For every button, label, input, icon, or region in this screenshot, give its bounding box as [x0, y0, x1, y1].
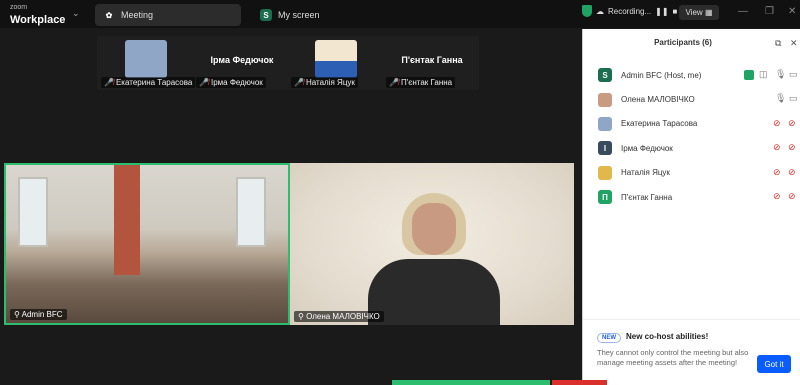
title-bar: zoom Workplace ⌄ ✿ Meeting S My screen ☁… — [0, 0, 800, 28]
video-off-icon[interactable]: ⊘ — [788, 167, 796, 178]
avatar — [125, 40, 167, 78]
zoom-logo: zoom Workplace — [10, 4, 66, 26]
thumbnail-3[interactable]: 🎤̸ Наталія Яцук — [287, 36, 382, 90]
avatar — [598, 116, 612, 131]
recording-indicator[interactable]: ☁ Recording... ❚❚ ■ — [582, 5, 677, 17]
thumbnail-4[interactable]: П'єнтак Ганна 🎤̸ П'єнтак Ганна — [382, 36, 477, 90]
avatar: S — [598, 68, 612, 83]
mic-off-icon: 🎤̸ — [104, 78, 114, 87]
popout-icon[interactable]: ⧉ — [775, 38, 781, 49]
thumbnail-1[interactable]: 🎤̸ Екатерина Тарасова — [97, 36, 196, 90]
mic-off-icon: 🎤̸ — [199, 78, 209, 87]
view-button[interactable]: View ▦ — [679, 5, 719, 20]
video-icon[interactable]: ▭ — [789, 69, 798, 80]
minimize-icon[interactable]: — — [738, 6, 748, 17]
avatar — [598, 92, 612, 107]
mic-off-icon[interactable]: ⊘ — [773, 118, 781, 129]
close-panel-icon[interactable]: ✕ — [790, 38, 798, 49]
pin-icon: ⚲ — [14, 310, 20, 319]
stop-icon[interactable]: ■ — [673, 7, 678, 16]
speaker-video — [368, 193, 500, 325]
participant-row[interactable]: І Ірма Федючок ⊘ ⊘ — [583, 136, 800, 160]
mic-icon[interactable]: 🎙 — [775, 69, 786, 80]
paw-icon: ✿ — [105, 10, 113, 20]
participant-row[interactable]: Олена МАЛОВІЧКО 🎙 ▭ — [583, 87, 800, 111]
participant-row[interactable]: П П'єнтак Ганна ⊘ ⊘ — [583, 185, 800, 209]
notice-body: They cannot only control the meeting but… — [597, 348, 749, 368]
avatar — [598, 165, 612, 180]
video-off-icon[interactable]: ⊘ — [788, 191, 796, 202]
participants-panel: Participants (6) ⧉ ✕ S Admin BFC (Host, … — [582, 29, 800, 385]
participant-row[interactable]: Екатерина Тарасова ⊘ ⊘ — [583, 112, 800, 136]
mic-off-icon[interactable]: ⊘ — [773, 167, 781, 178]
participant-row[interactable]: Наталія Яцук ⊘ ⊘ — [583, 161, 800, 185]
video-off-icon[interactable]: ⊘ — [788, 142, 796, 153]
bottom-toolbar-red[interactable] — [552, 380, 607, 385]
tab-meeting[interactable]: ✿ Meeting — [95, 4, 241, 26]
screen-s-icon: S — [260, 9, 272, 21]
got-it-button[interactable]: Got it — [757, 355, 791, 373]
mic-off-icon[interactable]: ⊘ — [773, 142, 781, 153]
thumbnail-strip: 🎤̸ Екатерина Тарасова Ірма Федючок 🎤̸ Ірма… — [97, 36, 479, 90]
maximize-icon[interactable]: ❐ — [765, 6, 774, 17]
mic-off-icon[interactable]: ⊘ — [773, 191, 781, 202]
avatar: І — [598, 141, 612, 156]
video-tile-speaker[interactable]: ⚲ Олена МАЛОВІЧКО — [290, 163, 574, 325]
thumbnail-2[interactable]: Ірма Федючок 🎤̸ Ірма Федючок — [192, 36, 287, 90]
bottom-toolbar-green[interactable] — [392, 380, 550, 385]
video-tile-classroom[interactable]: ⚲ Admin BFC — [4, 163, 290, 325]
pause-icon[interactable]: ❚❚ — [655, 7, 668, 16]
video-off-icon[interactable]: ⊘ — [788, 118, 796, 129]
chevron-down-icon[interactable]: ⌄ — [72, 8, 80, 19]
cloud-icon: ☁ — [596, 6, 604, 16]
participant-list: S Admin BFC (Host, me) ◫ 🎙 ▭ Олена МАЛОВ… — [583, 63, 800, 209]
new-badge: NEW — [597, 333, 621, 343]
cohost-notice: NEW New co-host abilities! They cannot on… — [583, 319, 800, 385]
panel-title: Participants (6) — [654, 38, 712, 47]
avatar — [315, 40, 357, 78]
mic-off-icon: 🎤̸ — [294, 78, 304, 87]
tab-my-screen[interactable]: S My screen — [252, 4, 402, 26]
avatar: П — [598, 190, 612, 205]
video-icon[interactable]: ▭ — [789, 93, 798, 104]
notice-title: New co-host abilities! — [626, 332, 709, 341]
grid-icon: ▦ — [704, 8, 713, 17]
pin-icon: ⚲ — [298, 312, 304, 321]
shield-icon — [582, 5, 592, 17]
participant-row[interactable]: S Admin BFC (Host, me) ◫ 🎙 ▭ — [583, 63, 800, 87]
mic-off-icon: 🎤̸ — [389, 78, 399, 87]
close-icon[interactable]: ✕ — [788, 6, 796, 17]
share-screen-icon — [744, 70, 754, 80]
mic-icon[interactable]: 🎙 — [775, 93, 786, 104]
camera-icon[interactable]: ◫ — [759, 69, 768, 80]
